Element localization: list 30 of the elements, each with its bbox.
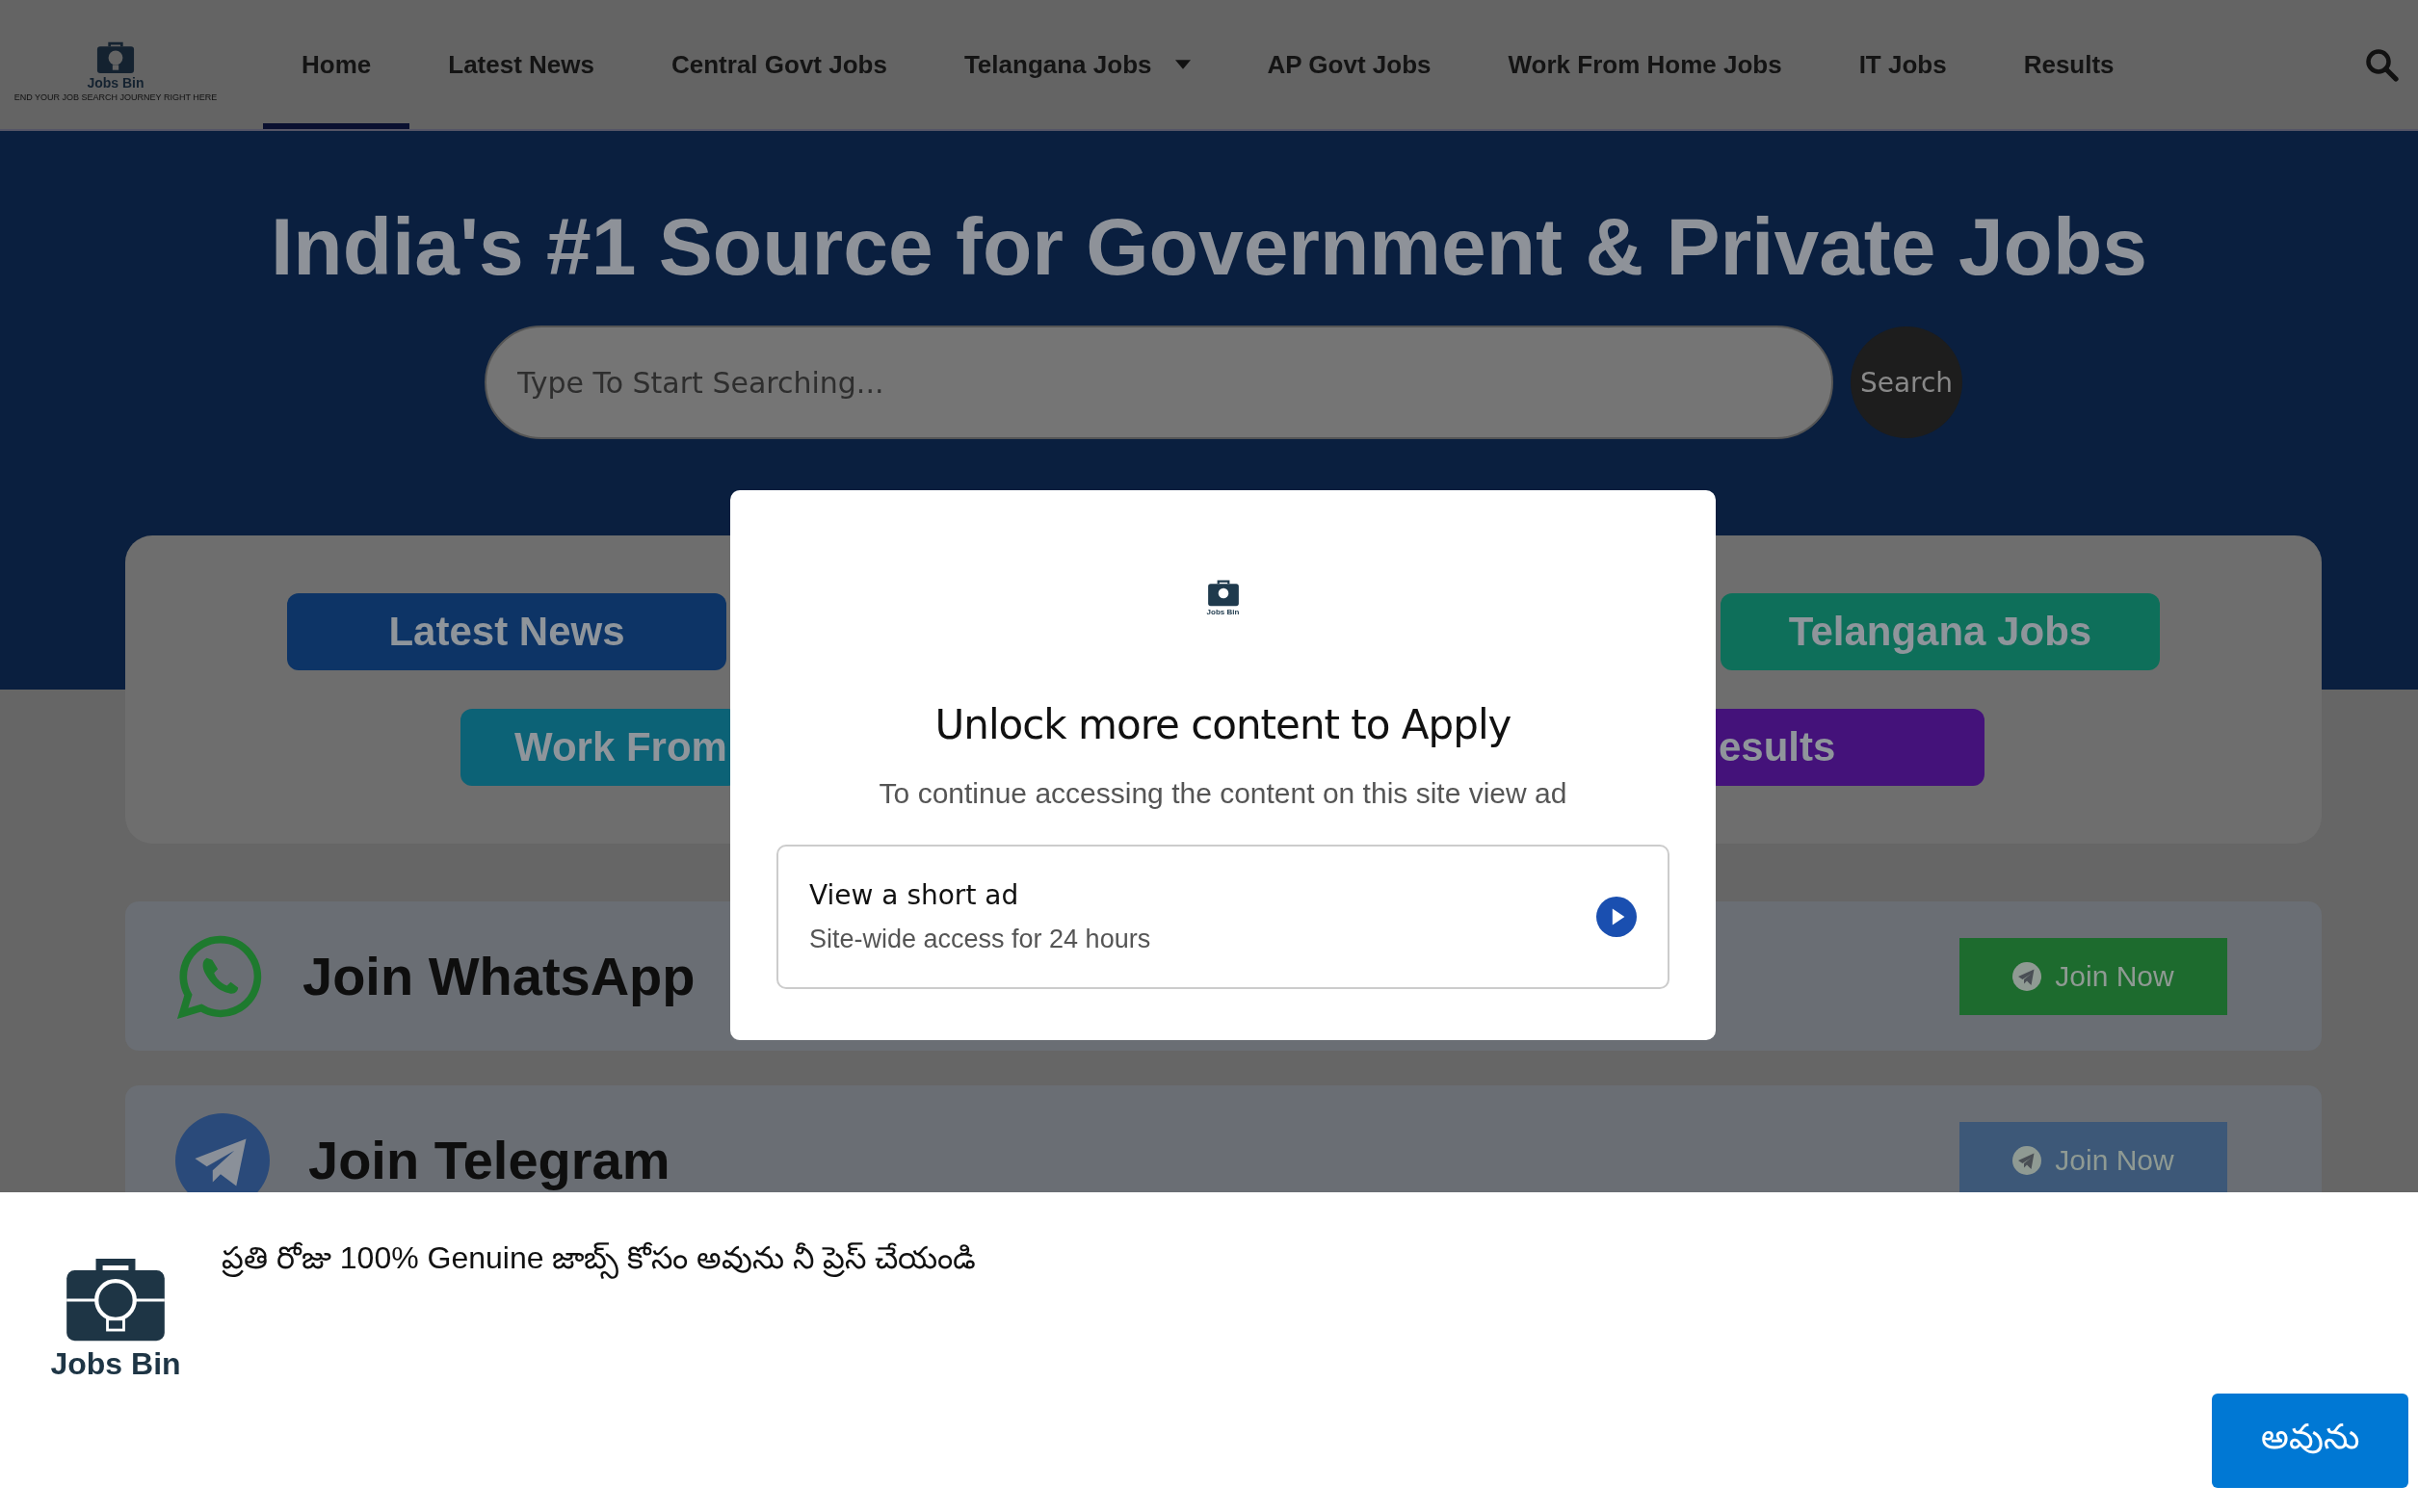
nav-link[interactable]: IT Jobs — [1820, 0, 1985, 129]
site-logo[interactable]: Jobs Bin END YOUR JOB SEARCH JOURNEY RIGHT HERE — [0, 27, 231, 102]
nav-link[interactable]: Latest News — [409, 0, 633, 129]
category-button[interactable]: Latest News — [287, 593, 726, 670]
search-field[interactable]: Type To Start Searching... — [485, 326, 1833, 439]
agree-button[interactable]: అవును — [2212, 1394, 2408, 1488]
nav-link[interactable]: Results — [1984, 0, 2153, 129]
dialog-logo: Jobs Bin — [1203, 579, 1243, 616]
hero-title: India's #1 Source for Government & Private Jobs — [271, 200, 2147, 294]
dialog-subtitle: To continue accessing the content on this site view ad — [879, 777, 1567, 810]
option-title: View a short ad — [809, 879, 1020, 911]
nav-link[interactable]: AP Govt Jobs — [1228, 0, 1470, 129]
nav-link[interactable]: Telangana Jobs — [925, 0, 1229, 129]
caret-icon — [1174, 60, 1191, 69]
send-icon — [2012, 961, 2042, 991]
join-button[interactable]: Join Now — [1959, 937, 2227, 1015]
nav-link[interactable]: Central Govt Jobs — [633, 0, 926, 129]
play-icon — [1596, 897, 1637, 937]
search-icon[interactable] — [2364, 47, 2399, 82]
community-title: Join WhatsApp — [302, 945, 696, 1007]
community-title: Join Telegram — [308, 1129, 670, 1191]
view-ad-option[interactable]: View a short ad Site-wide access for 24 hours — [776, 845, 1669, 989]
option-subtitle: Site-wide access for 24 hours — [809, 925, 1151, 954]
nav-link[interactable]: Work From Home Jobs — [1469, 0, 1821, 129]
banner-logo: Jobs Bin — [48, 1254, 183, 1382]
send-icon — [2012, 1145, 2042, 1175]
dialog-title: Unlock more content to Apply — [934, 701, 1511, 748]
category-button[interactable]: Telangana Jobs — [1721, 593, 2160, 670]
consent-message: ప్రతి రోజు 100% Genuine జాబ్స్ కోసం అవును నీ ప్రెస్ చేయండి — [222, 1240, 976, 1283]
search-button[interactable]: Search — [1851, 326, 1962, 438]
